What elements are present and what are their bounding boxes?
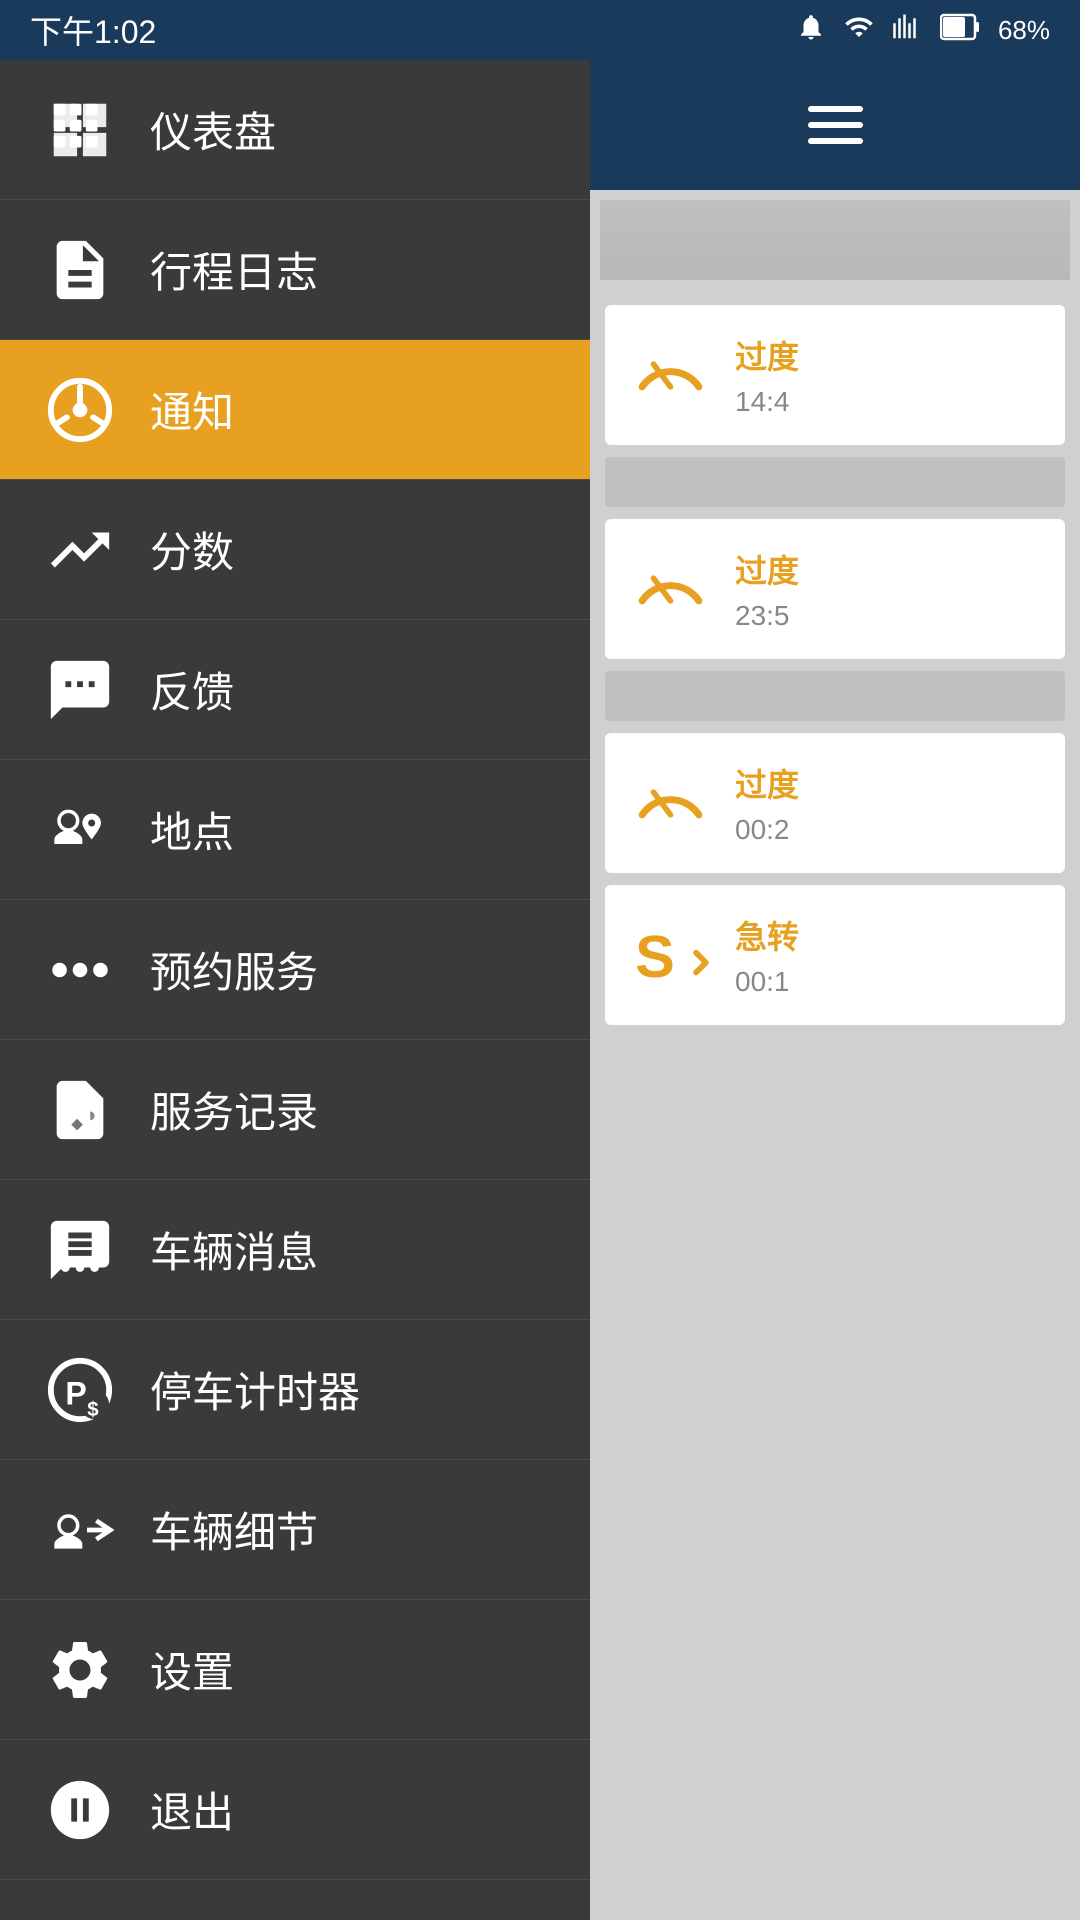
notification-title-1: 过度: [735, 332, 1045, 378]
sidebar-label-notifications: 通知: [150, 379, 234, 440]
notification-content-2: 过度 23:5: [735, 546, 1045, 632]
status-time: 下午1:02: [30, 7, 156, 53]
divider-bg-2: [605, 671, 1065, 721]
trip-log-icon: [40, 230, 120, 310]
notification-time-4: 00:1: [735, 966, 1045, 998]
speedometer-icon-1: [625, 330, 715, 420]
sidebar-item-parking-timer[interactable]: P $ 停车计时器: [0, 1320, 590, 1460]
sidebar-label-parking-timer: 停车计时器: [150, 1359, 360, 1420]
sidebar-label-dashboard: 仪表盘: [150, 99, 276, 160]
alarm-icon: [796, 12, 826, 49]
notification-time-2: 23:5: [735, 600, 1045, 632]
notification-card-3[interactable]: 过度 00:2: [605, 733, 1065, 873]
hamburger-line-1: [808, 106, 863, 112]
battery-icon: [940, 13, 980, 48]
logout-icon: [40, 1770, 120, 1850]
svg-text:S: S: [635, 922, 675, 989]
sidebar-label-trip-log: 行程日志: [150, 239, 318, 300]
notification-content-3: 过度 00:2: [735, 760, 1045, 846]
sidebar-label-scores: 分数: [150, 519, 234, 580]
right-panel: 过度 14:4 过度 23:5: [590, 60, 1080, 1920]
sidebar-label-vehicle-messages: 车辆消息: [150, 1219, 318, 1280]
notification-title-4: 急转: [735, 912, 1045, 958]
notification-time-3: 00:2: [735, 814, 1045, 846]
speedometer-icon-3: [625, 758, 715, 848]
notification-content-1: 过度 14:4: [735, 332, 1045, 418]
sidebar-label-vehicle-details: 车辆细节: [150, 1499, 318, 1560]
sidebar-item-feedback[interactable]: 反馈: [0, 620, 590, 760]
svg-text:$: $: [87, 1399, 99, 1421]
sidebar-item-scores[interactable]: 分数: [0, 480, 590, 620]
divider-bg-1: [605, 457, 1065, 507]
signal-icon: [892, 12, 922, 49]
notification-title-3: 过度: [735, 760, 1045, 806]
hamburger-menu-icon[interactable]: [808, 106, 863, 144]
service-records-icon: [40, 1070, 120, 1150]
battery-percentage: 68%: [998, 15, 1050, 46]
sidebar: 仪表盘 行程日志 通知: [0, 60, 590, 1920]
feedback-icon: [40, 650, 120, 730]
sidebar-label-locations: 地点: [150, 799, 234, 860]
sidebar-item-vehicle-messages[interactable]: 车辆消息: [0, 1180, 590, 1320]
sidebar-item-trip-log[interactable]: 行程日志: [0, 200, 590, 340]
right-panel-header: [590, 60, 1080, 190]
sidebar-item-service-records[interactable]: 服务记录: [0, 1040, 590, 1180]
sidebar-label-settings: 设置: [150, 1639, 234, 1700]
wifi-icon: [844, 12, 874, 49]
vehicle-details-icon: [40, 1490, 120, 1570]
sidebar-item-dashboard[interactable]: 仪表盘: [0, 60, 590, 200]
hamburger-line-2: [808, 122, 863, 128]
steering-wheel-icon: [40, 370, 120, 450]
sidebar-item-notifications[interactable]: 通知: [0, 340, 590, 480]
status-bar: 下午1:02 68%: [0, 0, 1080, 60]
notification-card-4[interactable]: S 急转 00:1: [605, 885, 1065, 1025]
notification-title-2: 过度: [735, 546, 1045, 592]
sidebar-item-vehicle-details[interactable]: 车辆细节: [0, 1460, 590, 1600]
parking-timer-icon: P $: [40, 1350, 120, 1430]
sidebar-label-booking: 预约服务: [150, 939, 318, 1000]
sidebar-label-feedback: 反馈: [150, 659, 234, 720]
sidebar-label-service-records: 服务记录: [150, 1079, 318, 1140]
notification-content-4: 急转 00:1: [735, 912, 1045, 998]
bg-area-top: [600, 200, 1070, 280]
sharp-turn-icon: S: [625, 910, 715, 1000]
sidebar-item-locations[interactable]: 地点: [0, 760, 590, 900]
notification-card-2[interactable]: 过度 23:5: [605, 519, 1065, 659]
booking-icon: [40, 930, 120, 1010]
main-layout: 仪表盘 行程日志 通知: [0, 60, 1080, 1920]
sidebar-item-settings[interactable]: 设置: [0, 1600, 590, 1740]
locations-icon: [40, 790, 120, 870]
settings-icon: [40, 1630, 120, 1710]
status-icons: 68%: [796, 12, 1050, 49]
sidebar-label-logout: 退出: [150, 1779, 234, 1840]
notifications-list: 过度 14:4 过度 23:5: [590, 290, 1080, 1920]
sidebar-item-logout[interactable]: 退出: [0, 1740, 590, 1880]
notification-card-1[interactable]: 过度 14:4: [605, 305, 1065, 445]
notification-time-1: 14:4: [735, 386, 1045, 418]
speedometer-icon-2: [625, 544, 715, 634]
dashboard-icon: [40, 90, 120, 170]
sidebar-item-booking[interactable]: 预约服务: [0, 900, 590, 1040]
hamburger-line-3: [808, 138, 863, 144]
vehicle-messages-icon: [40, 1210, 120, 1290]
scores-icon: [40, 510, 120, 590]
